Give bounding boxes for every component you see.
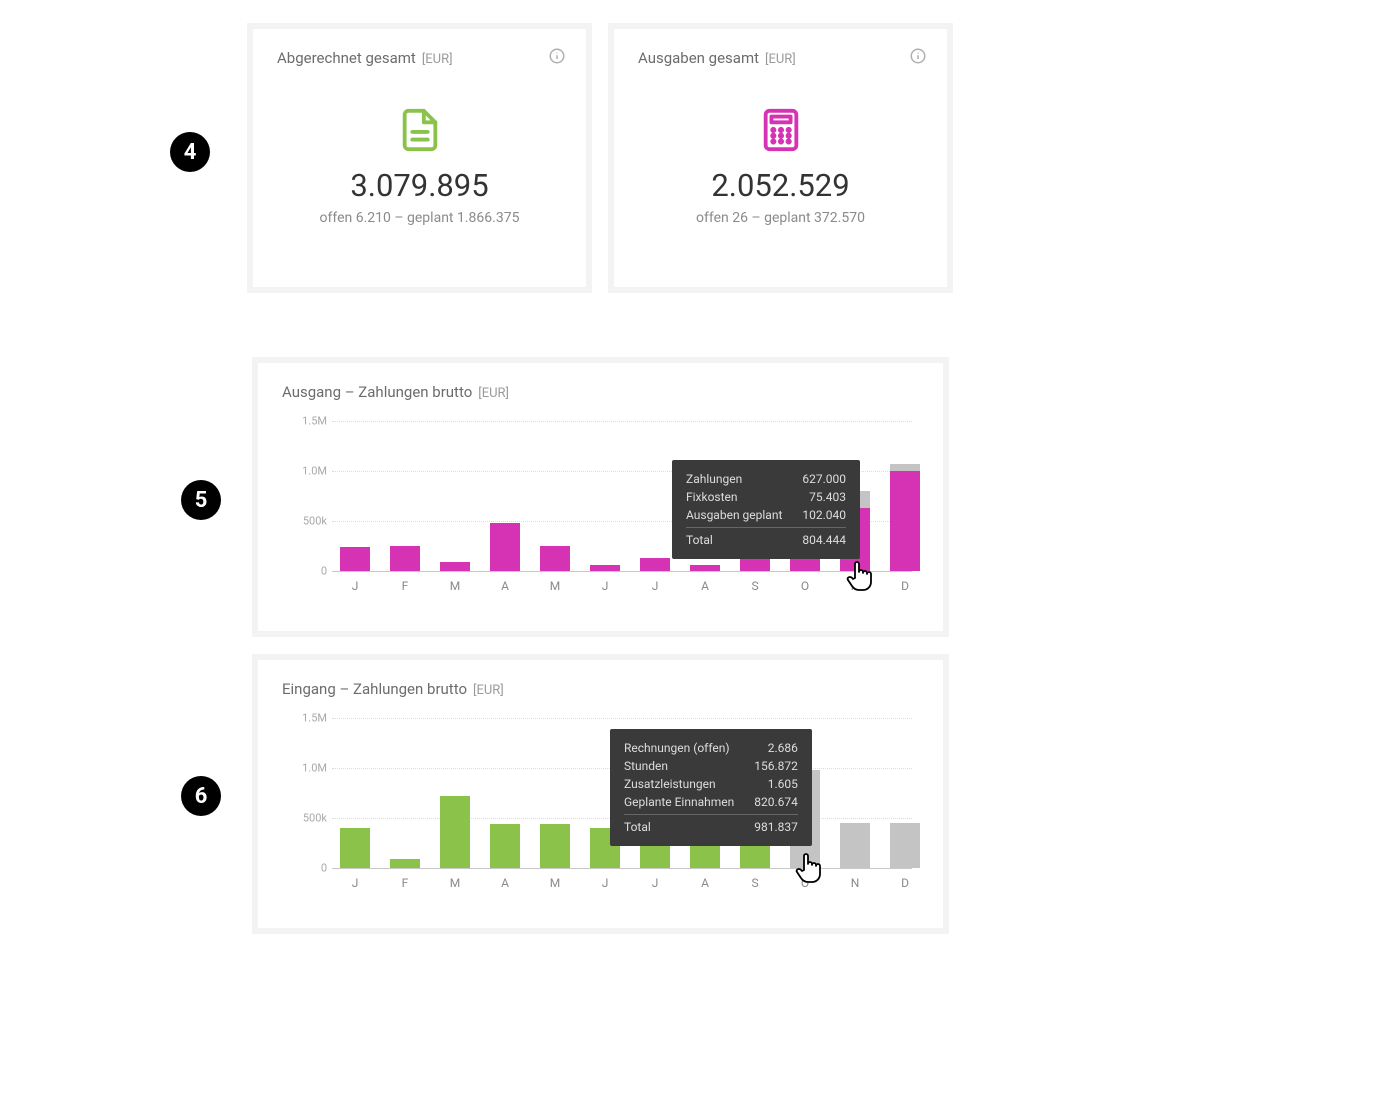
summary-subtext: offen 6.210 – geplant 1.866.375 (277, 210, 562, 226)
tooltip-total-label: Total (686, 531, 713, 549)
bar[interactable]: M (540, 824, 570, 868)
x-tick-label: A (490, 876, 520, 890)
chart-title-unit: [EUR] (473, 683, 504, 698)
chart-title-unit: [EUR] (478, 386, 509, 401)
bar[interactable]: F (390, 859, 420, 868)
card-title-unit: [EUR] (765, 52, 796, 67)
bar[interactable]: D (890, 823, 920, 868)
y-tick-label: 0 (321, 862, 327, 875)
x-tick-label: S (740, 876, 770, 890)
section-badge-6: 6 (181, 776, 221, 816)
bar[interactable]: M (440, 562, 470, 571)
bar[interactable]: J (590, 565, 620, 571)
summary-card-abgerechnet: Abgerechnet gesamt [EUR] 3.079.895 offen… (247, 23, 592, 293)
tooltip-row-value: 820.674 (754, 793, 798, 811)
bar[interactable]: A (690, 565, 720, 571)
tooltip-row-label: Fixkosten (686, 488, 738, 506)
y-tick-label: 1.5M (302, 712, 327, 725)
x-tick-label: M (540, 579, 570, 593)
x-tick-label: O (790, 876, 820, 890)
chart-title: Ausgang – Zahlungen brutto [EUR] (282, 383, 919, 401)
chart-title-text: Ausgang – Zahlungen brutto (282, 383, 472, 401)
y-tick-label: 1.0M (302, 762, 327, 775)
tooltip-row-label: Ausgaben geplant (686, 506, 782, 524)
x-tick-label: S (740, 579, 770, 593)
bar[interactable]: S (740, 557, 770, 571)
card-title-text: Ausgaben gesamt (638, 49, 759, 67)
x-tick-label: D (890, 876, 920, 890)
tooltip-total-value: 981.837 (754, 818, 798, 836)
x-tick-label: A (690, 579, 720, 593)
info-icon[interactable] (909, 47, 927, 65)
bar[interactable]: J (340, 828, 370, 868)
bar[interactable]: D (890, 464, 920, 571)
summary-subtext: offen 26 – geplant 372.570 (638, 210, 923, 226)
x-tick-label: N (840, 876, 870, 890)
tooltip-row-label: Zahlungen (686, 470, 742, 488)
x-tick-label: J (340, 876, 370, 890)
card-title-text: Abgerechnet gesamt (277, 49, 416, 67)
tooltip-row-value: 1.605 (768, 775, 798, 793)
summary-card-ausgaben: Ausgaben gesamt [EUR] 2.052.529 offen 26… (608, 23, 953, 293)
card-title: Abgerechnet gesamt [EUR] (277, 49, 562, 67)
tooltip-row-value: 75.403 (809, 488, 846, 506)
y-tick-label: 500k (303, 812, 327, 825)
calculator-icon (638, 107, 923, 157)
bar[interactable]: J (640, 558, 670, 571)
bar[interactable]: A (490, 824, 520, 868)
tooltip-row-label: Stunden (624, 757, 668, 775)
info-icon[interactable] (548, 47, 566, 65)
x-tick-label: J (590, 876, 620, 890)
summary-value: 3.079.895 (277, 167, 562, 204)
y-tick-label: 0 (321, 565, 327, 578)
bar[interactable]: A (490, 523, 520, 571)
section-badge-4: 4 (170, 132, 210, 172)
chart-title: Eingang – Zahlungen brutto [EUR] (282, 680, 919, 698)
chart-title-text: Eingang – Zahlungen brutto (282, 680, 467, 698)
tooltip-row-value: 2.686 (768, 739, 798, 757)
tooltip-row-value: 156.872 (754, 757, 798, 775)
tooltip-row-value: 627.000 (802, 470, 846, 488)
chart-card-eingang: Eingang – Zahlungen brutto [EUR] 0 500k 1.… (252, 654, 949, 934)
x-tick-label: M (540, 876, 570, 890)
x-tick-label: F (390, 876, 420, 890)
x-tick-label: M (440, 876, 470, 890)
document-icon (277, 107, 562, 157)
tooltip-row-label: Geplante Einnahmen (624, 793, 734, 811)
bar[interactable]: M (440, 796, 470, 868)
tooltip-row-value: 102.040 (802, 506, 846, 524)
chart-tooltip-eingang: Rechnungen (offen) 2.686 Stunden 156.872 Zus… (610, 729, 812, 846)
x-tick-label: F (390, 579, 420, 593)
bar[interactable]: N (840, 823, 870, 868)
chart-tooltip-ausgang: Zahlungen 627.000 Fixkosten 75.403 Ausgaben … (672, 460, 860, 559)
bar[interactable]: J (340, 547, 370, 571)
x-tick-label: A (690, 876, 720, 890)
x-tick-label: A (490, 579, 520, 593)
summary-value: 2.052.529 (638, 167, 923, 204)
tooltip-total-value: 804.444 (802, 531, 846, 549)
x-tick-label: J (640, 876, 670, 890)
x-tick-label: J (640, 579, 670, 593)
card-title-unit: [EUR] (422, 52, 453, 67)
section-badge-5: 5 (181, 480, 221, 520)
x-tick-label: N (840, 579, 870, 593)
bar[interactable]: F (390, 546, 420, 571)
x-tick-label: D (890, 579, 920, 593)
tooltip-row-label: Rechnungen (offen) (624, 739, 730, 757)
tooltip-total-label: Total (624, 818, 651, 836)
bar[interactable]: M (540, 546, 570, 571)
card-title: Ausgaben gesamt [EUR] (638, 49, 923, 67)
y-tick-label: 1.0M (302, 465, 327, 478)
tooltip-row-label: Zusatzleistungen (624, 775, 716, 793)
y-tick-label: 500k (303, 515, 327, 528)
x-tick-label: J (590, 579, 620, 593)
y-tick-label: 1.5M (302, 415, 327, 428)
x-tick-label: O (790, 579, 820, 593)
x-tick-label: J (340, 579, 370, 593)
x-tick-label: M (440, 579, 470, 593)
